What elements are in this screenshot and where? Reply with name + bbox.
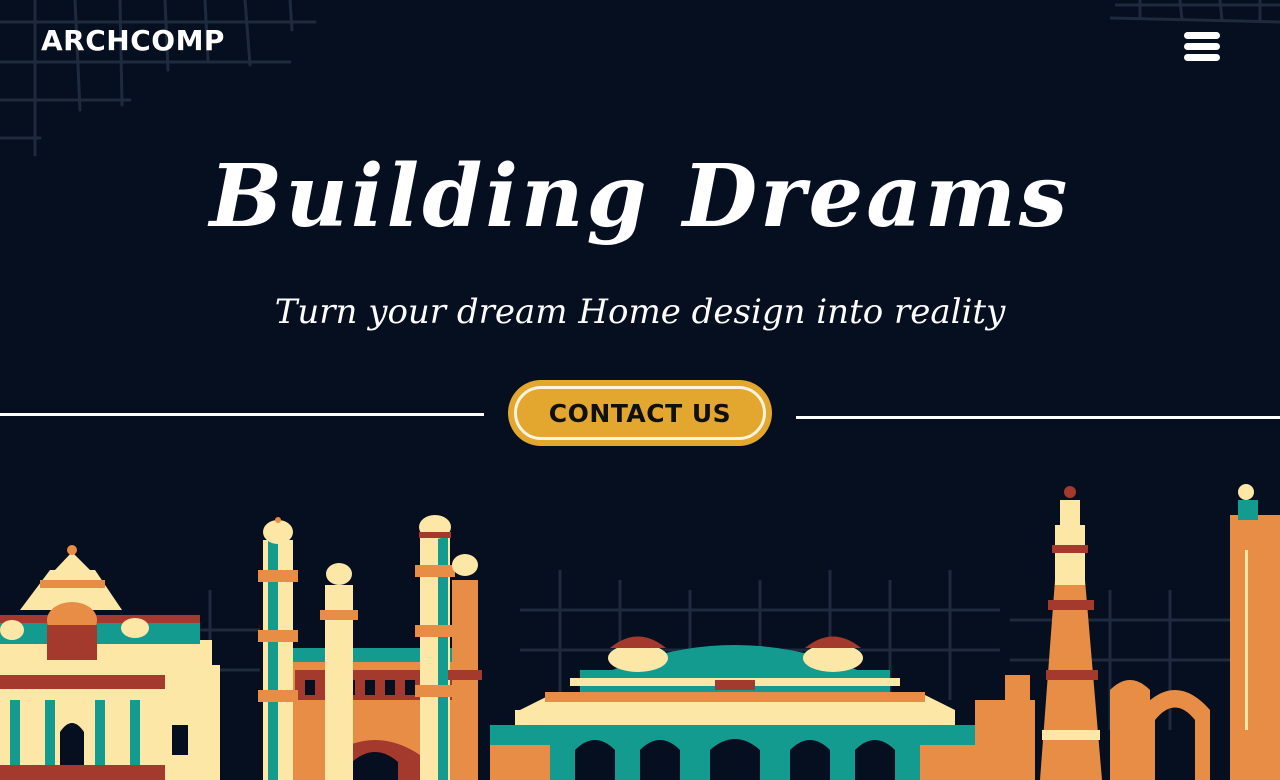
contact-us-button[interactable]: CONTACT US xyxy=(508,380,772,446)
brand-logo[interactable]: ARCHCOMP xyxy=(41,24,225,57)
hero-title: Building Dreams xyxy=(209,146,1071,247)
palace-left xyxy=(0,545,220,780)
contact-us-label: CONTACT US xyxy=(514,386,766,440)
qutub-minar xyxy=(975,484,1280,780)
divider-left xyxy=(0,413,484,416)
charminar xyxy=(258,515,482,780)
central-palace xyxy=(490,636,980,780)
skyline-illustration xyxy=(0,484,1280,780)
hamburger-menu-icon[interactable] xyxy=(1182,30,1222,64)
hero-subtitle: Turn your dream Home design into reality xyxy=(274,292,1006,332)
grid-decoration-top-right xyxy=(1110,0,1280,24)
divider-right xyxy=(796,416,1280,419)
